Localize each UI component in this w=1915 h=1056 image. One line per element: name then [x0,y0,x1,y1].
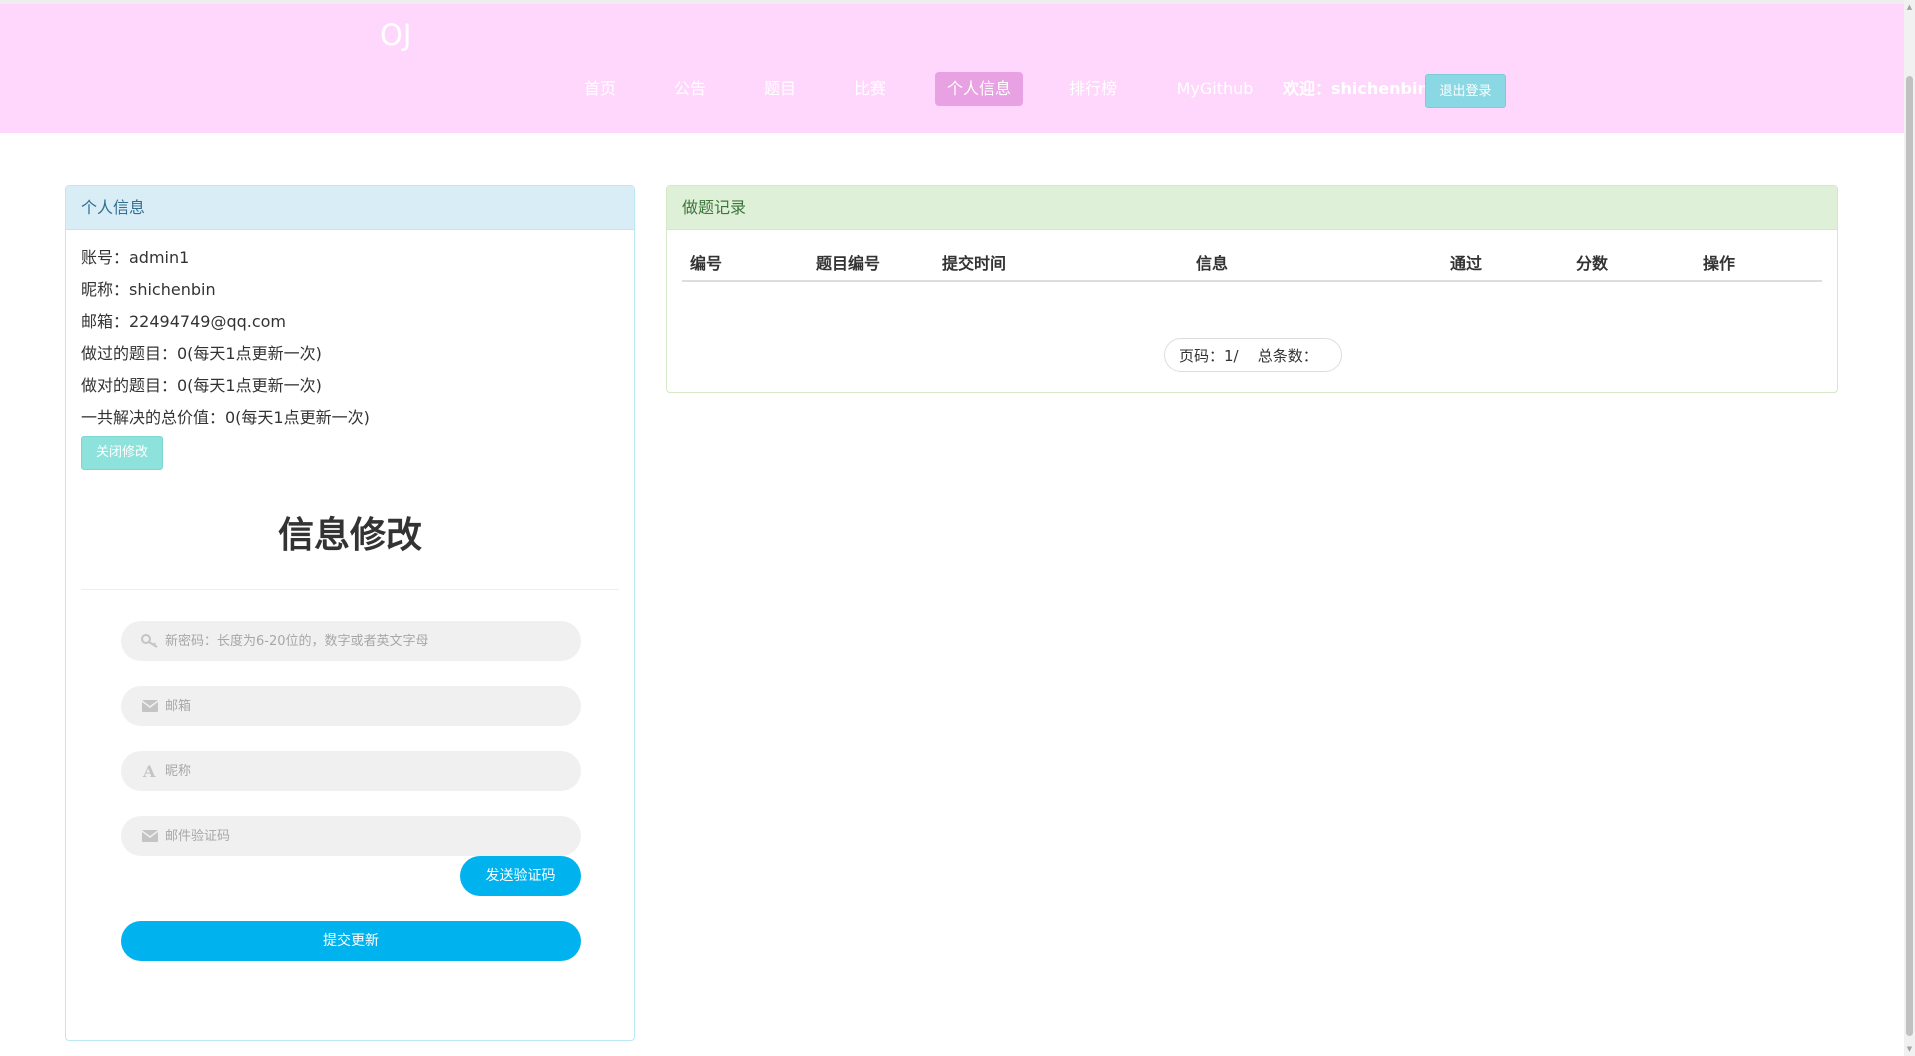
nav-item-mygithub[interactable]: MyGithub [1174,72,1256,106]
submit-update-button[interactable]: 提交更新 [121,921,581,961]
send-code-button[interactable]: 发送验证码 [460,856,581,896]
form-divider [81,589,619,590]
column-header-action: 操作 [1703,254,1736,273]
pagination-info: 页码：1/ 总条数： [1164,338,1342,372]
table-header-divider [682,280,1822,282]
nav-item-announcements[interactable]: 公告 [668,72,712,106]
column-header-problem-id: 题目编号 [816,254,881,273]
nickname-text: 昵称：shichenbin [81,280,216,299]
edit-form-title: 信息修改 [277,515,422,556]
column-header-score: 分数 [1576,254,1609,273]
profile-panel: 个人信息 账号：admin1 昵称：shichenbin 邮箱：22494749… [65,185,635,1041]
key-icon [141,634,158,648]
solved-count-text: 做对的题目：0(每天1点更新一次) [81,376,322,395]
profile-panel-title: 个人信息 [66,186,634,230]
logout-button[interactable]: 退出登录 [1425,74,1506,108]
attempted-count-text: 做过的题目：0(每天1点更新一次) [81,344,322,363]
email-field[interactable] [121,686,581,726]
column-header-passed: 通过 [1450,254,1483,273]
nickname-field[interactable]: A [121,751,581,791]
nav-item-profile[interactable]: 个人信息 [935,72,1023,106]
nickname-input[interactable] [165,751,565,791]
total-value-text: 一共解决的总价值：0(每天1点更新一次) [81,408,370,427]
column-header-info: 信息 [1196,254,1229,273]
records-panel: 做题记录 编号 题目编号 提交时间 信息 通过 分数 操作 页码：1/ 总条数： [666,185,1838,393]
close-edit-button[interactable]: 关闭修改 [81,436,163,470]
scroll-down-arrow-icon[interactable]: ▼ [1904,1042,1915,1056]
column-header-id: 编号 [690,254,723,273]
vertical-scrollbar[interactable]: ▲ ▼ [1904,0,1915,1056]
font-icon: A [142,763,156,779]
top-navbar: OJ 首页 公告 题目 比赛 个人信息 排行榜 MyGithub 欢迎：shic… [0,4,1904,133]
nav-item-problems[interactable]: 题目 [758,72,802,106]
records-panel-title: 做题记录 [667,186,1837,230]
verification-code-field[interactable] [121,816,581,856]
envelope-icon [141,830,159,842]
new-password-input[interactable] [165,621,565,661]
svg-text:A: A [142,763,156,779]
page-number-text: 页码：1/ [1179,347,1239,365]
scroll-up-arrow-icon[interactable]: ▲ [1904,0,1915,14]
column-header-submit-time: 提交时间 [942,254,1007,273]
nav-item-home[interactable]: 首页 [578,72,622,106]
account-text: 账号：admin1 [81,248,190,267]
email-text: 邮箱：22494749@qq.com [81,312,287,331]
nav-item-ranking[interactable]: 排行榜 [1067,72,1119,106]
total-count-text: 总条数： [1257,347,1318,365]
nav-item-contests[interactable]: 比赛 [848,72,892,106]
password-field[interactable] [121,621,581,661]
envelope-icon [141,700,159,712]
verification-code-input[interactable] [165,816,565,856]
email-input[interactable] [165,686,565,726]
scrollbar-thumb[interactable] [1906,76,1913,1036]
welcome-text: 欢迎：shichenbin [1283,79,1429,98]
brand-logo[interactable]: OJ [380,18,411,52]
